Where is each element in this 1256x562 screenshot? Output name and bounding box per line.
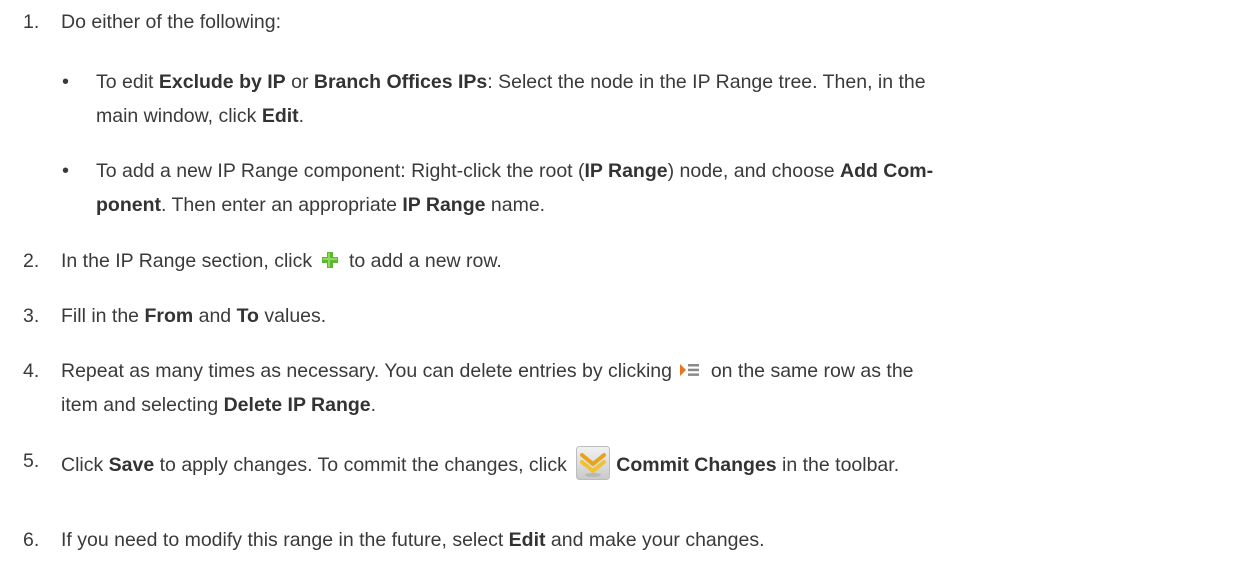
bullet-1-text-c: or	[285, 71, 314, 93]
edit-term-2: Edit	[508, 529, 546, 551]
bullet-2-text-l2d: name.	[485, 194, 546, 216]
from-term: From	[144, 305, 194, 327]
exclude-by-ip-term: Exclude by IP	[158, 71, 286, 93]
save-term: Save	[108, 454, 155, 477]
delete-ip-range-term: Delete IP Range	[223, 394, 371, 416]
step-4-text-l2pre: item and selecting	[61, 394, 224, 416]
step-3-text-mid: and	[193, 305, 237, 327]
step-3-text-pre: Fill in the	[61, 305, 145, 327]
ip-range-term: IP Range	[584, 160, 668, 182]
bullet-1-text-l2a: main window, click	[96, 105, 262, 127]
bullet-2-symbol: •	[62, 160, 70, 182]
step-3-text: Fill in the From and To values.	[61, 304, 326, 328]
to-term: To	[236, 305, 259, 327]
bullet-1-line-1: To edit Exclude by IP or Branch Offices …	[96, 70, 926, 94]
step-2-text-pre: In the IP Range section, click	[61, 250, 313, 272]
bullet-2-text-l2b: . Then enter an appropriate	[160, 194, 403, 216]
step-6-number: 6.	[23, 529, 40, 551]
step-6-text-pre: If you need to modify this range in the …	[61, 529, 509, 551]
bullet-2-text-c: ) node, and choose	[667, 160, 840, 182]
step-5-number: 5.	[23, 450, 40, 472]
add-component-term: Add Com-	[839, 160, 934, 182]
bullet-2-text-a: To add a new IP Range component: Right-c…	[96, 160, 585, 182]
step-6-text: If you need to modify this range in the …	[61, 528, 764, 552]
step-4-text-pre: Repeat as many times as necessary. You c…	[61, 360, 672, 382]
bullet-1-text-e: : Select the node in the IP Range tree. …	[487, 71, 926, 93]
bullet-1-symbol: •	[62, 71, 70, 93]
step-5-text: Click Save to apply changes. To commit t…	[61, 446, 900, 483]
row-actions-menu-icon	[679, 361, 701, 379]
branch-offices-ips-term: Branch Offices IPs	[313, 71, 488, 93]
bullet-2-line-1: To add a new IP Range component: Right-c…	[96, 159, 933, 183]
edit-term: Edit	[261, 105, 299, 127]
green-plus-icon	[320, 250, 340, 270]
step-5-text-mid: to apply changes. To commit the changes,…	[154, 454, 567, 477]
step-3-number: 3.	[23, 305, 40, 327]
step-4-line-1: Repeat as many times as necessary. You c…	[61, 359, 914, 383]
step-1-number: 1.	[23, 11, 40, 33]
bullet-2-line-2: ponent. Then enter an appropriate IP Ran…	[96, 193, 545, 217]
step-5-text-post: in the toolbar.	[776, 454, 900, 477]
ip-range-name-term: IP Range	[402, 194, 486, 216]
bullet-1-text-l2c: .	[298, 105, 305, 127]
step-6-text-post: and make your changes.	[545, 529, 765, 551]
commit-changes-icon	[576, 446, 611, 480]
step-2-text-post: to add a new row.	[348, 250, 502, 272]
step-1-text: Do either of the following:	[61, 11, 282, 33]
step-5-text-pre: Click	[61, 454, 109, 477]
step-2-number: 2.	[23, 250, 40, 272]
step-4-text-l2post: .	[370, 394, 377, 416]
step-4-number: 4.	[23, 360, 40, 382]
step-4-text-post: on the same row as the	[710, 360, 914, 382]
bullet-1-text-a: To edit	[96, 71, 159, 93]
step-2-text: In the IP Range section, click to add a …	[61, 249, 502, 273]
add-component-term-cont: ponent	[96, 194, 161, 216]
step-4-line-2: item and selecting Delete IP Range.	[61, 393, 376, 417]
step-3-text-post: values.	[258, 305, 327, 327]
bullet-1-line-2: main window, click Edit.	[96, 104, 304, 128]
commit-changes-term: Commit Changes	[616, 454, 777, 477]
